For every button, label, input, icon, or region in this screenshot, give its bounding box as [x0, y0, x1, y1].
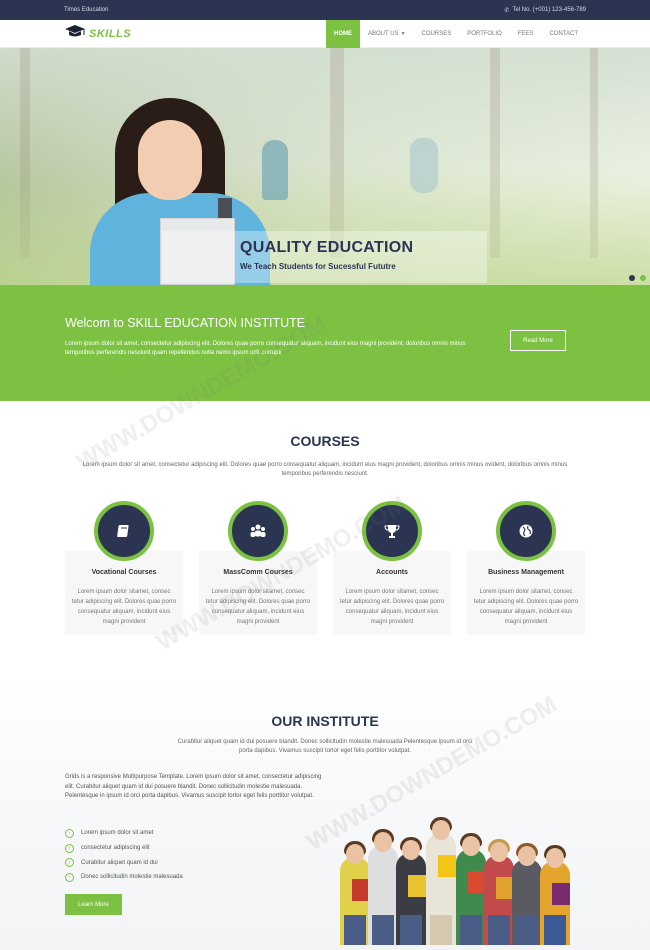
welcome-section: Welcom to SKILL EDUCATION INSTITUTE Lore… — [0, 285, 650, 401]
nav-item-portfolio[interactable]: Portfolio — [459, 20, 510, 48]
top-bar-phone: ✆ Tel No. (+001) 123-456-789 — [504, 7, 586, 14]
book-icon — [94, 501, 154, 561]
institute-title: OUR INSTITUTE — [271, 713, 379, 729]
nav-item-contact[interactable]: Contact — [541, 20, 586, 48]
hero-caption: QUALITY EDUCATION We Teach Students for … — [162, 231, 487, 283]
caret-down-icon: ▼ — [400, 30, 406, 37]
courses-description: Lorem ipsum dolor sit amet, consectetur … — [82, 462, 568, 477]
nav-item-label: Portfolio — [467, 30, 502, 37]
welcome-title: Welcom to SKILL EDUCATION INSTITUTE — [65, 316, 306, 330]
course-name: Business Management — [488, 569, 564, 576]
list-item: › Curabitur aliquet quam id dui — [65, 855, 183, 870]
graduation-cap-icon — [64, 24, 86, 43]
nav-item-fees[interactable]: Fees — [510, 20, 542, 48]
nav-item-label: Home — [334, 30, 353, 37]
nav-item-label: Fees — [517, 30, 534, 37]
list-item: › Lorem ipsum dolor sit amet — [65, 826, 183, 841]
slider-dot[interactable] — [629, 275, 635, 281]
nav-item-courses[interactable]: Courses — [414, 20, 460, 48]
institute-description: Curabitur aliquet quam id dui posuere bl… — [177, 739, 473, 754]
phone-number[interactable]: Tel No. (+001) 123-456-789 — [512, 7, 586, 13]
nav-item-about-us[interactable]: About Us ▼ — [360, 20, 414, 48]
nav-menu: Home About Us ▼ Courses Portfolio Fees Co… — [326, 19, 586, 48]
top-bar-brand: Times Education — [64, 7, 109, 13]
top-bar: Times Education ✆ Tel No. (+001) 123-456… — [0, 0, 650, 20]
students-group-photo — [330, 795, 585, 945]
hero-slider: QUALITY EDUCATION We Teach Students for … — [0, 48, 650, 285]
nav-item-home[interactable]: Home — [326, 19, 361, 48]
globe-icon — [496, 501, 556, 561]
course-text: Lorem ipsum dolor sitamet, consec tetur … — [473, 589, 579, 625]
hero-background-person — [410, 138, 438, 193]
nav-item-label: Courses — [421, 30, 452, 37]
users-icon — [228, 501, 288, 561]
chevron-right-icon: › — [65, 858, 74, 868]
list-item: › consectetur adipiscing elit — [65, 841, 183, 856]
chevron-right-icon: › — [65, 828, 74, 838]
slider-dot[interactable] — [640, 275, 646, 281]
institute-checklist: › Lorem ipsum dolor sit amet › consectetur… — [65, 826, 183, 885]
hero-subtitle: We Teach Students for Sucessful Fututre — [240, 262, 396, 271]
course-name: Vocational Courses — [91, 569, 157, 576]
logo-text: SKILLS — [89, 27, 132, 40]
chevron-right-icon: › — [65, 872, 74, 882]
course-name: Accounts — [376, 569, 408, 576]
course-text: Lorem ipsum dolor sitamet, consec tetur … — [339, 589, 445, 625]
list-item-label: Curabitur aliquet quam id dui — [81, 859, 158, 866]
course-text: Lorem ipsum dolor sitamet, consec tetur … — [71, 589, 177, 625]
hero-title: QUALITY EDUCATION — [240, 239, 414, 256]
nav-item-label: About Us — [368, 30, 399, 37]
phone-icon: ✆ — [504, 7, 510, 14]
institute-section: OUR INSTITUTE Curabitur aliquet quam id … — [0, 673, 650, 950]
chevron-right-icon: › — [65, 843, 74, 853]
list-item-label: Lorem ipsum dolor sit amet — [81, 830, 154, 837]
learn-more-button[interactable]: Learn More — [65, 894, 122, 915]
site-logo[interactable]: SKILLS — [64, 24, 131, 43]
main-nav: SKILLS Home About Us ▼ Courses Portfolio … — [0, 19, 650, 48]
list-item: › Donec sollicitudin molestie malesuada — [65, 870, 183, 885]
course-text: Lorem ipsum dolor sitamet, consec tetur … — [205, 589, 311, 625]
welcome-text: Lorem ipsum dolor sit amet, consectetur … — [65, 341, 466, 356]
institute-text: Grids is a responsive Multipurpose Templ… — [65, 774, 322, 799]
trophy-icon — [362, 501, 422, 561]
courses-section: COURSES Lorem ipsum dolor sit amet, cons… — [0, 401, 650, 673]
list-item-label: Donec sollicitudin molestie malesuada — [81, 874, 183, 881]
read-more-button[interactable]: Read More — [510, 330, 566, 351]
list-item-label: consectetur adipiscing elit — [81, 845, 150, 852]
course-name: MassComm Courses — [223, 569, 293, 576]
slider-dots — [629, 275, 646, 281]
nav-item-label: Contact — [549, 30, 578, 37]
courses-title: COURSES — [290, 433, 360, 449]
